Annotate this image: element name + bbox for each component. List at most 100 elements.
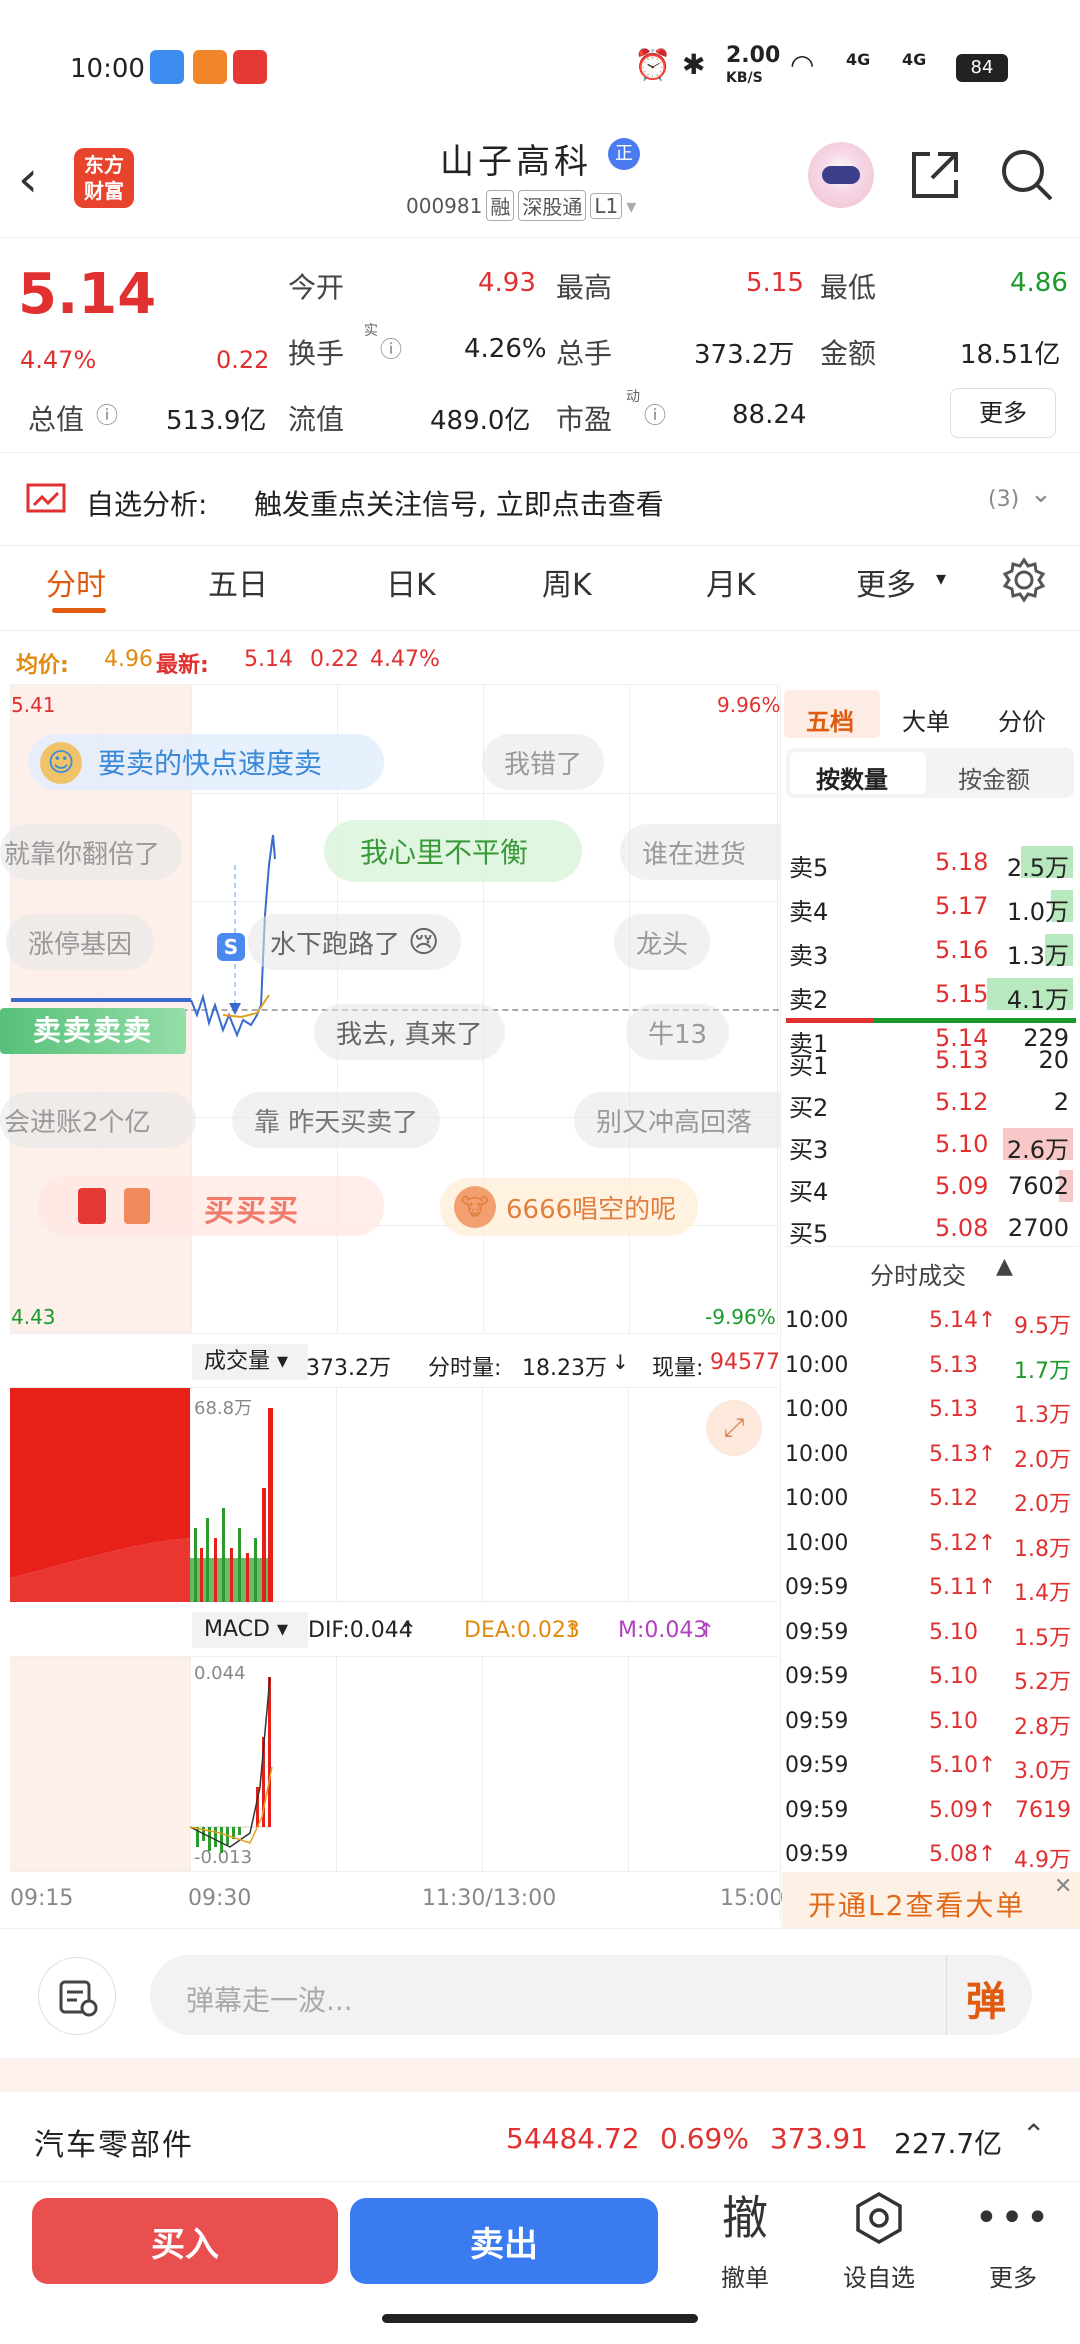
danmaku-bubble[interactable]: 龙头 (614, 914, 711, 970)
mktcap-label: 总值 (28, 403, 85, 436)
red-envelope-bubble[interactable]: 买买买 (38, 1176, 384, 1236)
danmaku-bubble[interactable]: 靠 昨天买卖了 (232, 1092, 441, 1148)
trade-price: 5.10↑ (929, 1753, 997, 1778)
chevron-down-icon[interactable]: ⌄ (1030, 479, 1052, 509)
trade-price: 5.12↑ (929, 1530, 997, 1556)
danmaku-bubble[interactable]: ☺ 要卖的快点速度卖 (28, 734, 384, 790)
l2-promo[interactable]: 开通L2查看大单 ✕ (782, 1872, 1080, 1928)
change-pct: 4.47% (20, 346, 97, 374)
macd-indicator-select[interactable]: MACD ▾ (192, 1612, 308, 1648)
current-volume: 94577 (710, 1350, 780, 1375)
turnover-sup: 实 (364, 323, 378, 339)
info-icon[interactable]: ⓘ (644, 398, 666, 430)
chevron-up-icon[interactable]: ⌃ (1022, 2118, 1045, 2151)
sell-marker[interactable]: S (217, 933, 245, 961)
bid-level[interactable]: 买3 5.10 2.6万 (785, 1124, 1075, 1164)
ob-subtab-amount[interactable]: 按金额 (958, 760, 1030, 795)
macd-header: MACD ▾ DIF:0.044 ↑ DEA:0.023 ↑ M:0.043 ↑ (10, 1602, 778, 1656)
volume-indicator-select[interactable]: 成交量 ▾ (192, 1344, 308, 1380)
ob-tab-big-order[interactable]: 大单 (902, 702, 950, 737)
chevron-down-icon[interactable]: ▾ (626, 194, 636, 218)
app-icon-red (233, 50, 267, 84)
app-root: 10:00 ⏰ ✱ 2.00 KB/S ◠ 4G 4G 84 ‹ 东方 财富 山子高… (0, 0, 1080, 2344)
buy-tag: 买买买 (204, 1194, 300, 1229)
danmaku-bubble[interactable]: 别又冲高回落 (574, 1092, 780, 1148)
bid-level[interactable]: 买4 5.09 7602 (785, 1166, 1075, 1206)
bid-level[interactable]: 买2 5.12 2 (785, 1082, 1075, 1122)
info-icon[interactable]: ⓘ (96, 398, 118, 430)
tab-daily[interactable]: 日K (386, 560, 436, 604)
stock-name[interactable]: 山子高科 (440, 134, 592, 183)
danmaku-bubble[interactable]: 🐮 6666唱空的呢 (440, 1178, 699, 1236)
ob-tab-five-level[interactable]: 五档 (806, 702, 854, 737)
latest-label: 最新: (156, 653, 209, 678)
trades-title[interactable]: 分时成交 (870, 1256, 966, 1291)
sector-index: 54484.72 (506, 2122, 640, 2155)
analysis-banner[interactable]: 自选分析: 触发重点关注信号, 立即点击查看 (3) ⌄ (0, 452, 1080, 546)
danmaku-bubble[interactable]: 涨停基因 (6, 914, 155, 970)
bid-level[interactable]: 买5 5.08 2700 (785, 1208, 1075, 1248)
expand-icon[interactable]: ⤢ (706, 1400, 762, 1456)
add-watchlist-button[interactable]: 设自选 (824, 2190, 934, 2293)
status-bar: 10:00 ⏰ ✱ 2.00 KB/S ◠ 4G 4G 84 (0, 40, 1080, 100)
macd-lines (189, 1676, 273, 1853)
ask-level[interactable]: 卖3 5.16 1.3万 (785, 930, 1075, 970)
trade-time: 09:59 (785, 1619, 849, 1645)
more-actions-button[interactable]: ••• 更多 (958, 2190, 1068, 2293)
ask-price: 5.16 (935, 936, 989, 964)
ob-subtab-qty[interactable]: 按数量 (816, 760, 888, 795)
tab-weekly[interactable]: 周K (542, 560, 592, 604)
danmaku-bubble[interactable]: 谁在进货 (620, 824, 780, 880)
bid-volume: 2.6万 (1006, 1136, 1069, 1164)
tab-intraday[interactable]: 分时 (46, 560, 106, 604)
bid-level[interactable]: 买1 5.13 20 (785, 1040, 1075, 1080)
ob-tab-price-dist[interactable]: 分价 (998, 702, 1046, 737)
app-logo[interactable]: 东方 财富 (74, 148, 134, 208)
info-icon[interactable]: ⓘ (380, 332, 402, 364)
sell-button[interactable]: 卖出 (350, 2198, 658, 2284)
close-icon[interactable]: ✕ (1054, 1874, 1072, 1899)
robot-avatar-icon[interactable] (808, 142, 874, 208)
sector-row[interactable]: 汽车零部件 54484.72 0.69% 373.91 227.7亿 ⌃ (0, 2092, 1080, 2182)
avg-value: 4.96 (104, 647, 153, 672)
trade-volume: 1.3万 (1014, 1403, 1071, 1428)
bid-price: 5.09 (935, 1172, 989, 1200)
sector-amount: 227.7亿 (894, 2127, 1003, 2160)
latest-pct: 4.47% (370, 647, 440, 672)
note-settings-icon[interactable] (38, 1957, 116, 2035)
trade-price: 5.13↑ (929, 1441, 997, 1467)
danmaku-bubble[interactable]: 水下跑路了 😢 (248, 914, 462, 970)
tab-monthly[interactable]: 月K (706, 560, 756, 604)
back-icon[interactable]: ‹ (18, 150, 38, 208)
analysis-label: 自选分析: (86, 488, 208, 521)
buy-button[interactable]: 买入 (32, 2198, 338, 2284)
caret-up-icon[interactable]: ▲ (996, 1254, 1013, 1279)
danmaku-bubble[interactable]: 我去, 真来了 (314, 1004, 505, 1060)
ask-level[interactable]: 卖2 5.15 4.1万 (785, 974, 1075, 1014)
comment-input[interactable]: 弹幕走一波... 弹 (150, 1955, 1032, 2035)
more-button[interactable]: 更多 (950, 388, 1056, 438)
tab-five-day[interactable]: 五日 (208, 560, 268, 604)
tab-more[interactable]: 更多 (856, 560, 916, 604)
tag-margin: 融 (486, 190, 515, 221)
search-icon[interactable] (998, 146, 1056, 204)
sell-tag[interactable]: 卖卖卖卖 (0, 1008, 186, 1054)
danmaku-bubble[interactable]: 就靠你翻倍了 (0, 824, 183, 880)
ask-label: 卖4 (789, 898, 829, 926)
trade-volume: 2.8万 (1014, 1714, 1071, 1740)
trade-time: 10:00 (785, 1308, 849, 1333)
cancel-order-button[interactable]: 撤 撤单 (690, 2190, 800, 2293)
danmaku-bubble[interactable]: 会进账2个亿 (0, 1092, 196, 1148)
send-danmaku-button[interactable]: 弹 (966, 1969, 1006, 2027)
trade-price: 5.11↑ (929, 1575, 997, 1600)
ask-level[interactable]: 卖4 5.17 1.0万 (785, 886, 1075, 926)
analysis-count: (3) (988, 487, 1020, 512)
share-icon[interactable] (906, 146, 964, 204)
settings-gear-icon[interactable] (1000, 556, 1048, 604)
amount-value: 18.51亿 (960, 340, 1061, 370)
danmaku-bubble[interactable]: 我心里不平衡 (324, 820, 582, 882)
trade-volume: 1.4万 (1014, 1581, 1071, 1606)
danmaku-bubble[interactable]: 我错了 (482, 734, 605, 790)
danmaku-bubble[interactable]: 牛13 (626, 1004, 730, 1060)
ask-level[interactable]: 卖5 5.18 2.5万 (785, 842, 1075, 882)
